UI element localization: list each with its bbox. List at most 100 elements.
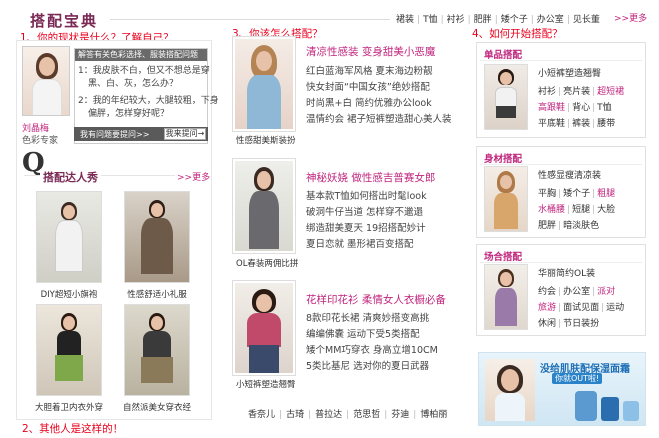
tag-link[interactable]: 派对 [597, 287, 615, 297]
tag-link[interactable]: 办公室 [563, 287, 590, 297]
tag-row: 休闲 | 节日装扮 [538, 319, 600, 329]
tag-row: 平胸 | 矮个子 | 粗腿 [538, 189, 616, 199]
tag-row: 高跟鞋 | 背心 | T恤 [538, 103, 612, 113]
article-caption[interactable]: 小短裤塑造翘臀 [236, 378, 296, 390]
tag-link[interactable]: 背心 [572, 103, 590, 113]
article-link[interactable]: 温情约会 裙子短裤塑造甜心美人装 [306, 111, 452, 125]
nav-item[interactable]: 办公室 [537, 15, 564, 25]
box-image[interactable] [484, 264, 528, 330]
tag-row: 约会 | 办公室 | 派对 [538, 287, 616, 297]
tag-link[interactable]: 暗淡肤色 [563, 221, 599, 231]
nav-item[interactable]: 衬衫 [447, 15, 465, 25]
show-caption[interactable]: 自然派美女穿衣经 [120, 401, 194, 413]
box-feature-title[interactable]: 小短裤塑造翘臀 [538, 66, 601, 79]
ask-question-link[interactable]: 我有问题要提问>> [80, 129, 149, 140]
question-2-line2[interactable]: 偏胖，怎样穿好呢？ [88, 108, 169, 121]
tag-link[interactable]: 短腿 [572, 205, 590, 215]
tag-link[interactable]: 节日装扮 [563, 319, 599, 329]
tag-link[interactable]: 运动 [606, 303, 624, 313]
box-title: 身材搭配 [484, 154, 523, 165]
article-title[interactable]: 花样印花衫 柔情女人衣橱必备 [306, 292, 446, 307]
article-caption[interactable]: OL春装两佣比拼 [236, 257, 298, 269]
article-image[interactable] [232, 158, 296, 254]
question-1-line1[interactable]: 1：我皮肤不白，但又不想总是穿 [78, 65, 210, 78]
nav-item[interactable]: 肥胖 [474, 15, 492, 25]
brand-nav: 香奈儿 | 古琦 | 普拉达 | 范思哲 | 芬迪 | 博柏丽 [248, 410, 448, 420]
section-more-link[interactable]: >>更多 [175, 170, 211, 183]
page-title: 搭配宝典 [30, 12, 99, 30]
brand-link[interactable]: 博柏丽 [420, 410, 447, 420]
brand-link[interactable]: 普拉达 [315, 410, 342, 420]
tag-link[interactable]: 平胸 [538, 189, 556, 199]
brand-link[interactable]: 古琦 [286, 410, 304, 420]
show-thumb[interactable] [124, 191, 190, 283]
ask-question-button[interactable]: 我来提问→ [164, 128, 206, 140]
article-image[interactable] [232, 280, 296, 376]
show-caption[interactable]: DIY超短小旗袍 [36, 288, 102, 300]
tag-link[interactable]: 休闲 [538, 319, 556, 329]
tag-link[interactable]: 水桶腰 [538, 205, 565, 215]
nav-item[interactable]: 裙装 [396, 15, 414, 25]
tag-link[interactable]: 衬衫 [538, 87, 556, 97]
brand-link[interactable]: 香奈儿 [248, 410, 275, 420]
tag-link[interactable]: 亮片装 [563, 87, 590, 97]
article-link[interactable]: 基本款T恤如何搭出时髦look [306, 188, 427, 202]
box-divider [480, 262, 642, 263]
box-feature-title[interactable]: 性感显瘦清凉装 [538, 168, 601, 181]
tag-link[interactable]: 裤装 [572, 119, 590, 129]
tag-link[interactable]: 矮个子 [563, 189, 590, 199]
ad-subtitle[interactable]: 你就OUT啦! [552, 373, 603, 384]
article-caption[interactable]: 性感甜美斯装扮 [236, 134, 296, 146]
annotation-4: 4、如何开始搭配？ [472, 28, 563, 40]
tag-link[interactable]: 腰带 [597, 119, 615, 129]
tag-link[interactable]: 平底鞋 [538, 119, 565, 129]
question-1-line2[interactable]: 黑、白、灰，怎么办？ [88, 78, 178, 91]
nav-item[interactable]: 矮个子 [501, 15, 528, 25]
article-link[interactable]: 8款印花长裙 清爽妙搭变高挑 [306, 310, 429, 324]
tag-link[interactable]: 面试见面 [563, 303, 599, 313]
article-image[interactable] [232, 36, 296, 132]
box-title: 单品搭配 [484, 50, 523, 61]
show-thumb[interactable] [36, 304, 102, 396]
show-caption[interactable]: 性感舒适小礼服 [124, 288, 190, 300]
article-link[interactable]: 破洞牛仔当道 怎样穿不邋遢 [306, 204, 423, 218]
show-caption[interactable]: 大胆着卫内衣外穿 [32, 401, 106, 413]
box-feature-title[interactable]: 华丽简约OL装 [538, 266, 595, 279]
article-link[interactable]: 5类比基尼 选对你的夏日武器 [306, 358, 429, 372]
tag-link[interactable]: 高跟鞋 [538, 103, 565, 113]
tag-link[interactable]: 粗腿 [597, 189, 615, 199]
article-title[interactable]: 神秘妖娆 做性感吉普赛女郎 [306, 170, 435, 185]
tag-row: 旅游 | 面试见面 | 运动 [538, 303, 625, 313]
box-image[interactable] [484, 166, 528, 232]
article-link[interactable]: 编编佛囊 运动下受5类搭配 [306, 326, 420, 340]
article-link[interactable]: 快女封面“中国女孩”绝妙搭配 [306, 79, 430, 93]
box-title: 场合搭配 [484, 252, 523, 263]
nav-item[interactable]: T恤 [423, 15, 438, 25]
brand-link[interactable]: 芬迪 [391, 410, 409, 420]
brand-link[interactable]: 范思哲 [353, 410, 380, 420]
question-2-line1[interactable]: 2：我的年纪较大，大腿较粗，下身 [78, 95, 219, 108]
tag-row: 衬衫 | 亮片装 | 超短裙 [538, 87, 625, 97]
show-thumb[interactable] [36, 191, 102, 283]
question-box-header: 解答有关色彩选择、服装搭配问题 [75, 49, 207, 61]
article-link[interactable]: 红白蓝海军风格 夏末海边粉靓 [306, 63, 433, 77]
tag-link[interactable]: T恤 [597, 103, 612, 113]
header-divider [110, 19, 390, 20]
nav-item[interactable]: 见长董 [573, 15, 600, 25]
expert-avatar[interactable] [22, 46, 70, 116]
annotation-2: 2、其他人是这样的！ [22, 423, 124, 435]
tag-link[interactable]: 大脸 [597, 205, 615, 215]
show-thumb[interactable] [124, 304, 190, 396]
header-more-link[interactable]: >>更多 [614, 11, 647, 24]
tag-link[interactable]: 超短裙 [597, 87, 624, 97]
section-title-experts-show: 搭配达人秀 [40, 169, 101, 185]
article-link[interactable]: 时尚黑+白 简约优雅办公look [306, 95, 432, 109]
tag-link[interactable]: 旅游 [538, 303, 556, 313]
tag-link[interactable]: 肥胖 [538, 221, 556, 231]
article-title[interactable]: 清凉性感装 变身甜美小恶魔 [306, 44, 435, 59]
article-link[interactable]: 矮个MM巧穿衣 身高立增10CM [306, 342, 438, 356]
box-image[interactable] [484, 64, 528, 130]
article-link[interactable]: 夏日恋就 墨形裙百变搭配 [306, 236, 414, 250]
tag-link[interactable]: 约会 [538, 287, 556, 297]
article-link[interactable]: 绑造甜美夏天 19招搭配妙计 [306, 220, 426, 234]
